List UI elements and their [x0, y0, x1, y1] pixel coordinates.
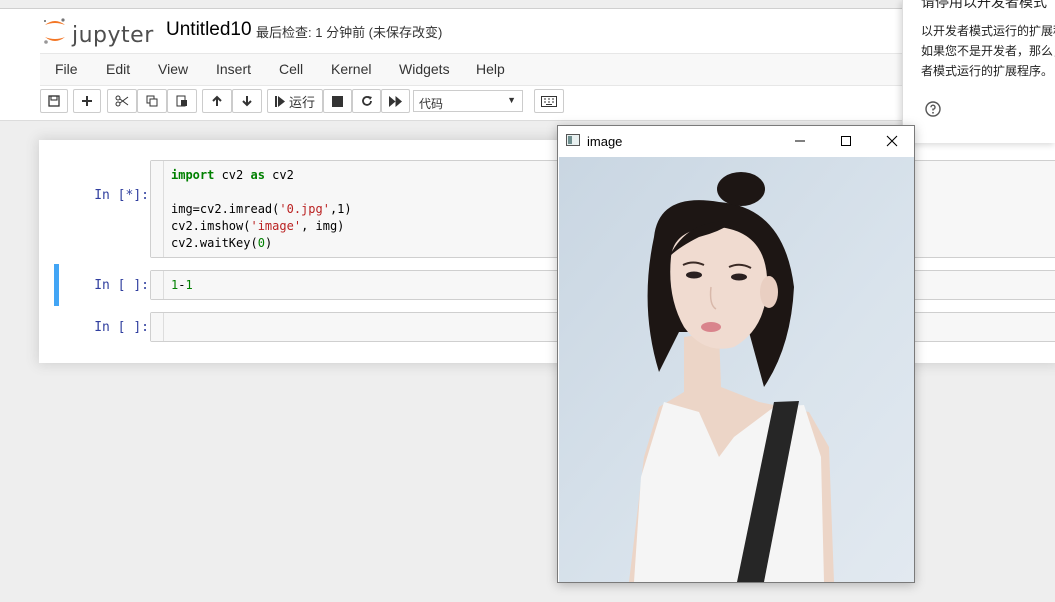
- notebook-title[interactable]: Untitled10: [162, 17, 256, 43]
- code-line: cv2.imshow('image', img): [171, 218, 352, 235]
- cell-type-value: 代码: [419, 97, 444, 111]
- insert-cell-button[interactable]: [73, 89, 101, 113]
- code-token: as: [250, 168, 265, 182]
- code-token: , img): [301, 219, 345, 233]
- developer-mode-notification: 请停用以开发者模式 以开发者模式运行的扩展程 如果您不是开发者，那么， 者模式运…: [902, 0, 1055, 143]
- run-button-label: 运行: [288, 94, 315, 110]
- input-prompt: In [ ]:: [94, 278, 149, 293]
- menu-cell[interactable]: Cell: [279, 61, 303, 77]
- menu-file[interactable]: File: [55, 61, 78, 77]
- save-button[interactable]: [40, 89, 68, 113]
- editor-gutter: [151, 271, 164, 299]
- input-prompt: In [*]:: [94, 188, 149, 203]
- paste-button[interactable]: [167, 89, 197, 113]
- code-text: 1-1: [171, 277, 193, 294]
- save-icon: [48, 95, 60, 107]
- jupyter-logo-icon: [44, 18, 65, 44]
- stop-icon: [332, 95, 343, 107]
- save-status: 最后检查: 1 分钟前 (未保存改变): [256, 25, 443, 40]
- step-forward-icon: [274, 95, 285, 107]
- restart-kernel-button[interactable]: [352, 89, 381, 113]
- code-token: import: [171, 168, 215, 182]
- cut-button[interactable]: [107, 89, 137, 113]
- notification-title: 请停用以开发者模式: [921, 0, 1047, 10]
- notification-body: 以开发者模式运行的扩展程 如果您不是开发者，那么， 者模式运行的扩展程序。: [921, 21, 1055, 81]
- editor-gutter: [151, 313, 164, 341]
- image-window-titlebar[interactable]: image: [558, 126, 914, 156]
- code-token: '0.jpg': [279, 202, 330, 216]
- code-token: 1: [185, 278, 193, 292]
- paste-icon: [176, 95, 187, 107]
- code-line: img=cv2.imread('0.jpg',1): [171, 201, 352, 218]
- jupyter-logo-text: jupyter: [72, 23, 154, 48]
- code-token: cv2.waitKey(: [171, 236, 258, 250]
- image-window-title: image: [587, 134, 623, 149]
- code-token: 0: [257, 236, 265, 250]
- menu-edit[interactable]: Edit: [106, 61, 130, 77]
- copy-icon: [146, 95, 158, 107]
- code-token: 'image': [250, 219, 302, 233]
- input-prompt: In [ ]:: [94, 320, 149, 335]
- displayed-portrait-photo: [559, 157, 914, 582]
- code-token: cv2: [264, 168, 294, 182]
- fast-forward-icon: [389, 95, 402, 107]
- chevron-down-icon: ▼: [507, 95, 516, 105]
- arrow-down-icon: [242, 96, 252, 107]
- notification-line: 如果您不是开发者，那么，: [921, 44, 1055, 58]
- help-circle-icon[interactable]: [925, 101, 941, 117]
- refresh-icon: [361, 96, 372, 106]
- code-token: ): [264, 236, 273, 250]
- code-token: ,1): [329, 202, 352, 216]
- code-text: import cv2 as cv2 img=cv2.imread('0.jpg',…: [171, 167, 352, 252]
- code-line: import cv2 as cv2: [171, 167, 352, 184]
- plus-icon: [82, 96, 92, 106]
- menu-insert[interactable]: Insert: [216, 61, 251, 77]
- code-token: cv2: [214, 168, 251, 182]
- notification-line: 者模式运行的扩展程序。: [921, 64, 1054, 78]
- maximize-icon[interactable]: [836, 132, 856, 150]
- restart-run-all-button[interactable]: [381, 89, 410, 113]
- code-token: img=cv2.imread(: [171, 202, 280, 216]
- scissors-icon: [115, 95, 129, 107]
- close-icon[interactable]: [882, 132, 902, 150]
- code-line: cv2.waitKey(0): [171, 235, 352, 252]
- cell-type-select[interactable]: 代码 ▼: [413, 90, 523, 112]
- move-up-button[interactable]: [202, 89, 232, 113]
- interrupt-kernel-button[interactable]: [323, 89, 352, 113]
- command-palette-button[interactable]: [534, 89, 564, 113]
- notebook-header: jupyter Untitled10 最后检查: 1 分钟前 (未保存改变) F…: [0, 8, 1055, 121]
- run-button[interactable]: 运行: [267, 89, 323, 113]
- copy-button[interactable]: [137, 89, 167, 113]
- keyboard-icon: [541, 95, 557, 107]
- code-line: 1-1: [171, 277, 193, 294]
- image-window[interactable]: image: [557, 125, 915, 583]
- minimize-icon[interactable]: [790, 132, 810, 150]
- window-app-icon: [566, 134, 580, 146]
- menu-view[interactable]: View: [158, 61, 188, 77]
- arrow-up-icon: [212, 95, 222, 106]
- editor-gutter: [151, 161, 164, 257]
- menu-help[interactable]: Help: [476, 61, 505, 77]
- menu-kernel[interactable]: Kernel: [331, 61, 371, 77]
- menu-widgets[interactable]: Widgets: [399, 61, 450, 77]
- code-token: cv2.imshow(: [171, 219, 251, 233]
- notification-line: 以开发者模式运行的扩展程: [921, 24, 1055, 38]
- move-down-button[interactable]: [232, 89, 262, 113]
